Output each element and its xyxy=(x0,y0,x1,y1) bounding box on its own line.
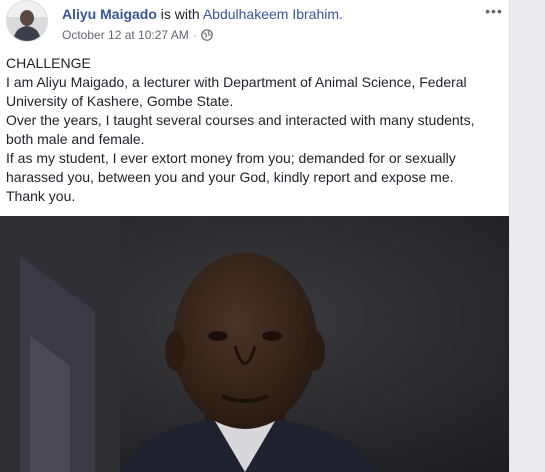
post-timestamp-link[interactable]: October 12 at 10:27 AM xyxy=(62,28,189,42)
photo-image xyxy=(0,216,509,472)
post-line-experience: Over the years, I taught several courses… xyxy=(6,112,475,147)
post-header: Aliyu Maigado is with Abdulhakeem Ibrahi… xyxy=(6,0,506,50)
post-line-thanks: Thank you. xyxy=(6,188,76,204)
post-line-heading: CHALLENGE xyxy=(6,55,91,71)
post-line-request: If as my student, I ever extort money fr… xyxy=(6,150,456,185)
author-line: Aliyu Maigado is with Abdulhakeem Ibrahi… xyxy=(62,6,343,22)
meta-separator: · xyxy=(192,28,197,42)
globe-icon[interactable] xyxy=(200,29,213,41)
author-avatar[interactable] xyxy=(6,0,48,42)
avatar-image xyxy=(7,1,47,41)
post-photo[interactable] xyxy=(0,216,509,472)
with-text: is with xyxy=(160,6,200,22)
more-options-icon[interactable]: ••• xyxy=(483,4,505,18)
author-name-link[interactable]: Aliyu Maigado xyxy=(62,6,157,22)
post-line-intro: I am Aliyu Maigado, a lecturer with Depa… xyxy=(6,74,467,109)
tagged-user-link[interactable]: Abdulhakeem Ibrahim. xyxy=(203,6,343,22)
post-meta: October 12 at 10:27 AM · xyxy=(62,28,213,42)
post-body: CHALLENGE I am Aliyu Maigado, a lecturer… xyxy=(6,54,502,206)
post-card: Aliyu Maigado is with Abdulhakeem Ibrahi… xyxy=(0,0,510,472)
